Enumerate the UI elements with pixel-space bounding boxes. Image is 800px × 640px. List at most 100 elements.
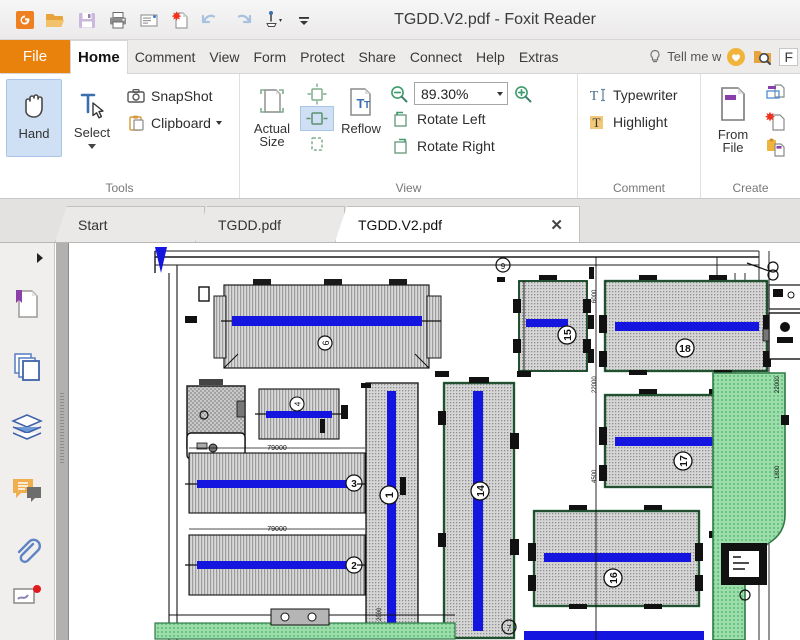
svg-text:22000: 22000: [592, 376, 598, 393]
zoom-level-input[interactable]: 89.30%: [414, 82, 508, 105]
sidebar-item-attachments[interactable]: [0, 521, 55, 583]
building-14: 14: [438, 377, 519, 640]
from-clipboard-button[interactable]: [761, 135, 791, 161]
tab-share[interactable]: Share: [352, 40, 403, 73]
foxit-logo-icon[interactable]: [10, 5, 40, 35]
typewriter-label: Typewriter: [613, 87, 678, 103]
ribbon-tab-strip: File Home Comment View Form Protect Shar…: [0, 40, 800, 74]
chevron-down-icon[interactable]: [215, 121, 222, 125]
rotate-left-button[interactable]: Rotate Left: [388, 106, 534, 132]
group-title-comment: Comment: [612, 181, 665, 195]
hand-tool-label: Hand: [18, 126, 50, 141]
splitter-grip[interactable]: [60, 393, 64, 463]
svg-text:79000: 79000: [267, 445, 287, 452]
from-file-label: From File: [717, 127, 749, 155]
ribbon-group-comment: T Typewriter T Highlight Comment: [578, 74, 701, 198]
snapshot-label: SnapShot: [151, 88, 213, 104]
redo-icon[interactable]: [227, 5, 257, 35]
svg-text:22000: 22000: [775, 376, 781, 393]
clipboard-icon: [126, 114, 146, 132]
svg-text:2: 2: [351, 561, 357, 572]
from-scanner-button[interactable]: [761, 81, 791, 107]
sidebar-item-signatures[interactable]: [0, 583, 55, 623]
highlight-button[interactable]: T Highlight: [584, 109, 682, 135]
tab-help[interactable]: Help: [469, 40, 512, 73]
undo-icon[interactable]: [196, 5, 226, 35]
open-icon[interactable]: [41, 5, 71, 35]
camera-icon: [126, 87, 146, 105]
tab-form[interactable]: Form: [246, 40, 293, 73]
actual-size-button[interactable]: Actual Size: [246, 79, 298, 157]
email-icon[interactable]: [134, 5, 164, 35]
rotate-left-label: Rotate Left: [417, 111, 486, 127]
tab-protect[interactable]: Protect: [293, 40, 351, 73]
actual-size-icon: [260, 89, 284, 113]
tell-me-search[interactable]: Tell me w: [647, 48, 721, 66]
doc-tab-label: TGDD.V2.pdf: [358, 216, 443, 233]
sidebar-item-layers[interactable]: [0, 397, 55, 459]
svg-text:T: T: [593, 115, 601, 130]
save-icon[interactable]: [72, 5, 102, 35]
fit-page-button[interactable]: [300, 81, 334, 106]
tab-overflow[interactable]: F: [779, 47, 798, 66]
tab-home[interactable]: Home: [70, 40, 128, 74]
customize-icon[interactable]: [258, 5, 288, 35]
ribbon-tab-right-area: Tell me w F: [647, 40, 800, 73]
sidebar-item-comments[interactable]: [0, 459, 55, 521]
close-icon[interactable]: ✕: [522, 216, 563, 234]
from-file-button[interactable]: From File: [707, 79, 759, 171]
svg-text:1800: 1800: [775, 465, 781, 479]
ribbon-group-create: From File Create: [701, 74, 800, 198]
tab-extras[interactable]: Extras: [512, 40, 566, 73]
bottom-blue-strip: [524, 631, 704, 640]
svg-text:3: 3: [351, 479, 357, 490]
doc-tab-start[interactable]: Start: [55, 206, 205, 242]
zoom-out-icon[interactable]: [388, 83, 410, 105]
fit-width-button[interactable]: [300, 106, 334, 131]
tab-file[interactable]: File: [0, 40, 70, 73]
blank-page-icon: [765, 111, 785, 131]
tell-me-label: Tell me w: [667, 49, 722, 64]
fit-visible-icon: [311, 136, 323, 151]
svg-text:7: 7: [507, 624, 512, 633]
zoom-level-value: 89.30%: [421, 85, 469, 102]
blank-page-button[interactable]: [761, 108, 791, 134]
ribbon-group-tools: Hand Select SnapShot Clipboard Tools: [0, 74, 240, 198]
snapshot-button[interactable]: SnapShot: [122, 83, 226, 109]
fit-visible-button[interactable]: [300, 131, 334, 156]
expand-panel-button[interactable]: [0, 243, 55, 273]
page-thumbnails-icon: [14, 353, 40, 381]
select-text-icon: [80, 93, 104, 119]
document-viewport[interactable]: HCM-HN 6: [69, 243, 800, 640]
create-pdf-icon[interactable]: [165, 5, 195, 35]
ribbon-group-view: Actual Size T T Reflow 89.30% Rotate Lef…: [240, 74, 578, 198]
building-16: 16: [528, 505, 725, 609]
chevron-down-icon[interactable]: [497, 91, 503, 96]
chevron-right-icon: [36, 253, 43, 263]
hand-tool-button[interactable]: Hand: [6, 79, 62, 157]
select-tool-label: Select: [73, 125, 111, 140]
print-icon[interactable]: [103, 5, 133, 35]
search-folder-icon[interactable]: [751, 46, 775, 68]
tab-view[interactable]: View: [202, 40, 246, 73]
svg-text:9: 9: [501, 262, 506, 271]
clipboard-button[interactable]: Clipboard: [122, 110, 226, 136]
building-1: 1: [361, 382, 419, 639]
typewriter-button[interactable]: T Typewriter: [584, 82, 682, 108]
tab-connect[interactable]: Connect: [403, 40, 469, 73]
reflow-button[interactable]: T T Reflow: [336, 79, 386, 157]
tab-comment[interactable]: Comment: [128, 40, 203, 73]
chevron-down-icon[interactable]: [88, 144, 96, 149]
doc-tab-tgdd[interactable]: TGDD.pdf: [195, 206, 345, 242]
rotate-right-button[interactable]: Rotate Right: [388, 133, 534, 159]
heart-icon[interactable]: [725, 46, 747, 68]
more-icon[interactable]: [289, 5, 319, 35]
rotate-right-label: Rotate Right: [417, 138, 495, 154]
sidebar-item-page-thumbnails[interactable]: [0, 335, 55, 397]
doc-tab-tgdd-v2[interactable]: TGDD.V2.pdf ✕: [335, 206, 580, 242]
sidebar-item-bookmarks[interactable]: [0, 273, 55, 335]
zoom-in-icon[interactable]: [512, 83, 534, 105]
svg-text:T: T: [364, 100, 370, 111]
select-tool-button[interactable]: Select: [64, 79, 120, 171]
pane-splitter[interactable]: [55, 243, 69, 640]
